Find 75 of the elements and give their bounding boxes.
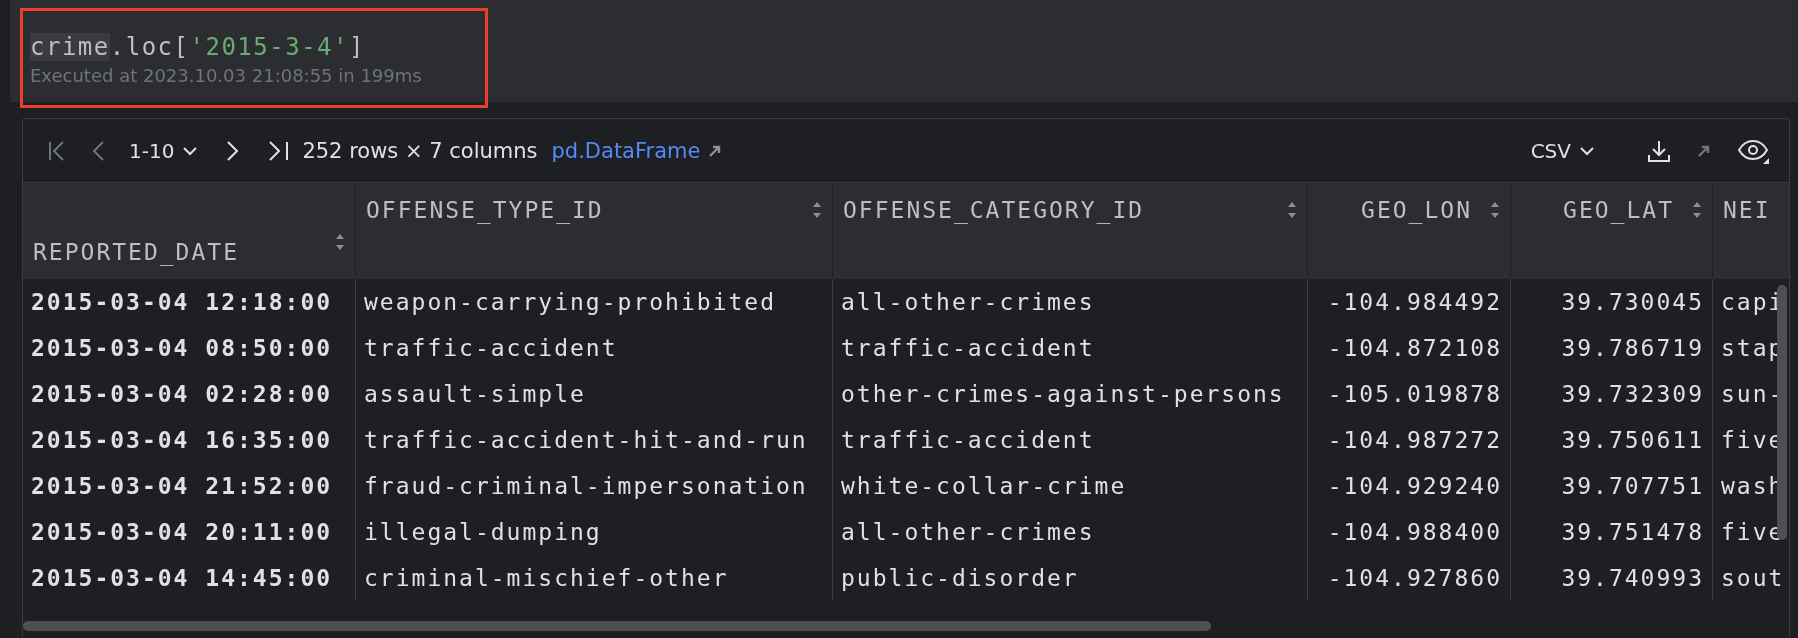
table-cell: -104.929240 bbox=[1308, 463, 1511, 509]
column-header[interactable]: OFFENSE_CATEGORY_ID bbox=[833, 183, 1308, 279]
table-cell: 39.740993 bbox=[1511, 555, 1713, 601]
header-label: GEO_LAT bbox=[1563, 197, 1674, 223]
row-index: 2015-03-04 16:35:00 bbox=[23, 417, 356, 463]
row-index: 2015-03-04 20:11:00 bbox=[23, 509, 356, 555]
header-label: OFFENSE_TYPE_ID bbox=[366, 197, 604, 223]
download-icon[interactable] bbox=[1647, 138, 1671, 163]
table-cell: -104.927860 bbox=[1308, 555, 1511, 601]
code-token: crime bbox=[30, 33, 110, 61]
eye-icon[interactable] bbox=[1737, 137, 1769, 164]
table-cell: traffic-accident bbox=[833, 325, 1308, 371]
page-range-dropdown[interactable]: 1-10 bbox=[129, 138, 199, 163]
table-cell: assault-simple bbox=[356, 371, 833, 417]
row-index: 2015-03-04 21:52:00 bbox=[23, 463, 356, 509]
previous-page-icon[interactable] bbox=[91, 139, 105, 162]
column-header[interactable]: GEO_LAT bbox=[1511, 183, 1713, 279]
code-token: ] bbox=[349, 33, 365, 61]
table-cell: traffic-accident-hit-and-run bbox=[356, 417, 833, 463]
row-index: 2015-03-04 14:45:00 bbox=[23, 555, 356, 601]
sort-icon[interactable] bbox=[335, 233, 345, 251]
table-cell: -104.987272 bbox=[1308, 417, 1511, 463]
chevron-down-icon[interactable] bbox=[182, 145, 199, 156]
table-cell: 39.707751 bbox=[1511, 463, 1713, 509]
column-header[interactable]: GEO_LON bbox=[1308, 183, 1511, 279]
scrollbar-thumb[interactable] bbox=[23, 621, 1211, 631]
table-cell: -104.988400 bbox=[1308, 509, 1511, 555]
chevron-down-icon[interactable] bbox=[1579, 145, 1595, 156]
table-cell: all-other-crimes bbox=[833, 509, 1308, 555]
table-summary: 252 rows × 7 columns bbox=[302, 138, 538, 163]
table-cell: illegal-dumping bbox=[356, 509, 833, 555]
arrow-up-right-icon[interactable] bbox=[1697, 143, 1711, 158]
table-cell: criminal-mischief-other bbox=[356, 555, 833, 601]
table-cell: all-other-crimes bbox=[833, 279, 1308, 325]
table-cell: 39.751478 bbox=[1511, 509, 1713, 555]
header-label: OFFENSE_CATEGORY_ID bbox=[843, 197, 1145, 223]
header-label: REPORTED_DATE bbox=[33, 239, 239, 265]
table-cell: -104.872108 bbox=[1308, 325, 1511, 371]
row-index: 2015-03-04 12:18:00 bbox=[23, 279, 356, 325]
format-dropdown[interactable]: CSV bbox=[1530, 138, 1595, 163]
sort-icon[interactable] bbox=[1287, 201, 1297, 219]
next-page-icon[interactable] bbox=[226, 139, 241, 162]
table-cell: fraud-criminal-impersonation bbox=[356, 463, 833, 509]
table-cell-text: sun- bbox=[1720, 380, 1786, 409]
arrow-up-right-icon[interactable] bbox=[708, 143, 723, 158]
code-token: .loc[ bbox=[109, 33, 190, 61]
sort-icon[interactable] bbox=[812, 201, 822, 219]
last-page-icon[interactable] bbox=[268, 139, 291, 162]
table-cell: traffic-accident bbox=[833, 417, 1308, 463]
table-cell: other-crimes-against-persons bbox=[833, 371, 1308, 417]
table-cell: 39.732309 bbox=[1511, 371, 1713, 417]
table-cell: 39.750611 bbox=[1511, 417, 1713, 463]
column-header[interactable]: REPORTED_DATE bbox=[23, 183, 356, 279]
table-cell-text: capi bbox=[1720, 288, 1786, 317]
table-cell: public-disorder bbox=[833, 555, 1308, 601]
row-index: 2015-03-04 02:28:00 bbox=[23, 371, 356, 417]
table-cell: traffic-accident bbox=[356, 325, 833, 371]
table-cell-text: sout bbox=[1720, 564, 1786, 593]
table-cell: white-collar-crime bbox=[833, 463, 1308, 509]
table-cell: -104.984492 bbox=[1308, 279, 1511, 325]
code-token: '2015-3-4' bbox=[189, 33, 349, 61]
sort-icon[interactable] bbox=[1692, 201, 1702, 219]
header-label: GEO_LON bbox=[1361, 197, 1472, 223]
type-link[interactable]: pd.DataFrame bbox=[551, 138, 701, 163]
table-cell: -105.019878 bbox=[1308, 371, 1511, 417]
row-index: 2015-03-04 08:50:00 bbox=[23, 325, 356, 371]
table-cell: 39.730045 bbox=[1511, 279, 1713, 325]
table-cell: 39.786719 bbox=[1511, 325, 1713, 371]
column-header[interactable]: NEI bbox=[1713, 183, 1789, 279]
table-cell: weapon-carrying-prohibited bbox=[356, 279, 833, 325]
header-label: NEI bbox=[1723, 197, 1771, 223]
execution-status: Executed at 2023.10.03 21:08:55 in 199ms bbox=[30, 65, 423, 86]
sort-icon[interactable] bbox=[1490, 201, 1500, 219]
column-header[interactable]: OFFENSE_TYPE_ID bbox=[356, 183, 833, 279]
first-page-icon[interactable] bbox=[47, 139, 67, 162]
